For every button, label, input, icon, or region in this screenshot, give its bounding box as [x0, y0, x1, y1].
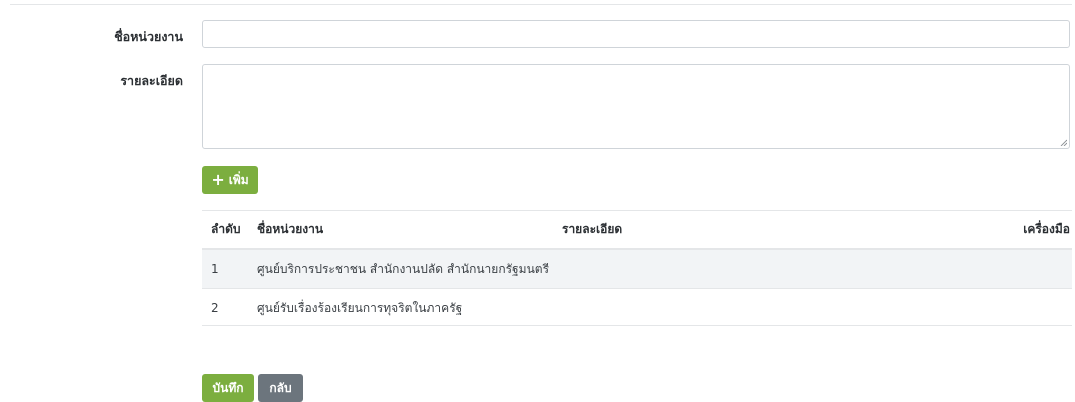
header-no: ลำดับ [211, 222, 241, 236]
top-divider [10, 4, 1072, 5]
name-input[interactable] [202, 20, 1070, 48]
back-button-label: กลับ [269, 380, 292, 395]
save-button-label: บันทึก [212, 380, 244, 395]
detail-textarea[interactable] [202, 64, 1070, 149]
add-button[interactable]: + เพิ่ม [202, 166, 258, 194]
row-no: 1 [211, 262, 219, 276]
name-label: ชื่อหน่วยงาน [114, 29, 183, 44]
back-button[interactable]: กลับ [258, 374, 303, 402]
table-row: 2 ศูนย์รับเรื่องร้องเรียนการทุจริตในภาคร… [202, 289, 1072, 327]
table-bottom-border [202, 325, 1072, 326]
resize-grip-icon[interactable] [1060, 139, 1067, 146]
header-detail: รายละเอียด [562, 222, 623, 236]
row-name: ศูนย์รับเรื่องร้องเรียนการทุจริตในภาครัฐ [257, 300, 463, 315]
detail-label: รายละเอียด [120, 73, 183, 88]
row-name: ศูนย์บริการประชาชน สำนักงานปลัด สำนักนาย… [257, 261, 550, 276]
header-tools: เครื่องมือ [1023, 222, 1070, 236]
row-no: 2 [211, 301, 219, 315]
save-button[interactable]: บันทึก [202, 374, 254, 402]
add-button-label: เพิ่ม [228, 172, 249, 187]
table-row: 1 ศูนย์บริการประชาชน สำนักงานปลัด สำนักน… [202, 250, 1072, 288]
plus-icon: + [211, 170, 225, 189]
table-header: ลำดับ ชื่อหน่วยงาน รายละเอียด เครื่องมือ [202, 210, 1072, 249]
header-name: ชื่อหน่วยงาน [257, 222, 324, 236]
